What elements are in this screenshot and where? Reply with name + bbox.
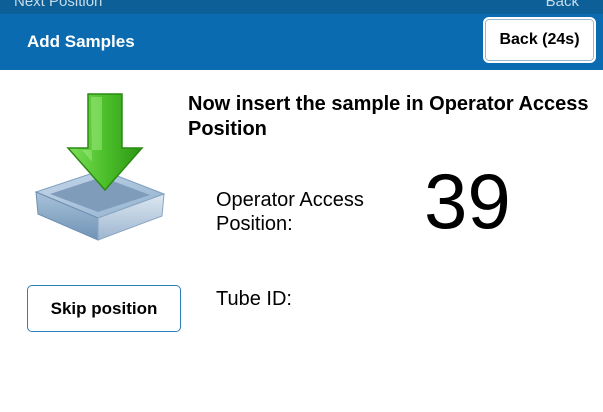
- dialog-titlebar: Add Samples Back (24s): [0, 14, 603, 70]
- insert-into-tray-icon: [30, 86, 170, 246]
- background-window-text: Next Position: [14, 0, 103, 10]
- instruction-heading: Now insert the sample in Operator Access…: [188, 93, 589, 140]
- background-window-strip: Next Position Back: [0, 0, 603, 14]
- operator-access-position-label: Operator Access Position:: [216, 189, 364, 235]
- dialog-title: Add Samples: [27, 32, 135, 51]
- background-window-back-text: Back: [545, 0, 579, 10]
- operator-access-position-value: 39: [424, 157, 511, 245]
- skip-position-button[interactable]: Skip position: [27, 285, 181, 332]
- back-button[interactable]: Back (24s): [483, 17, 596, 63]
- tube-id-label: Tube ID:: [216, 288, 292, 310]
